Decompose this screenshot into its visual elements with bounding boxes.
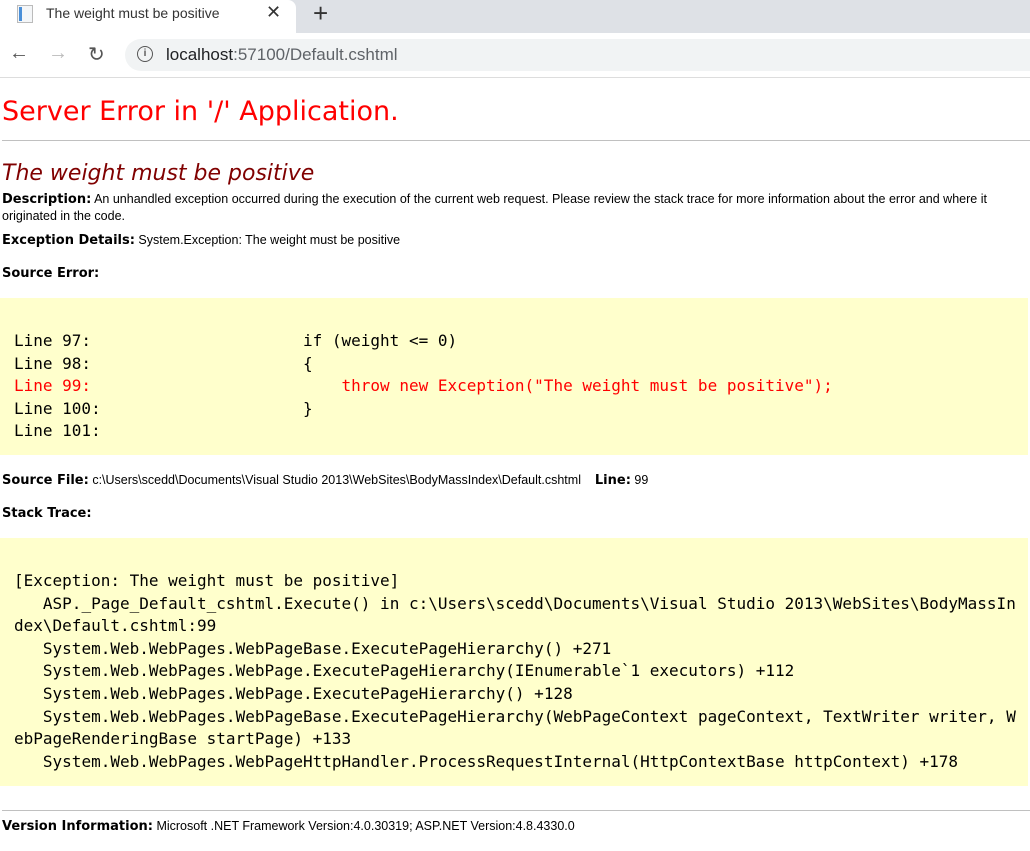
back-icon[interactable]: ← <box>9 42 29 65</box>
divider <box>2 140 1030 141</box>
close-icon[interactable]: ✕ <box>266 2 281 23</box>
browser-toolbar: ← → ↻ i localhost:57100/Default.cshtml <box>0 33 1030 78</box>
source-line: Line 98: { <box>14 353 313 373</box>
info-icon[interactable]: i <box>137 46 153 62</box>
stack-line: System.Web.WebPages.WebPage.ExecutePageH… <box>14 661 795 681</box>
address-bar[interactable]: i localhost:57100/Default.cshtml <box>125 39 1030 71</box>
forward-icon[interactable]: → <box>48 42 68 65</box>
url-text[interactable]: localhost:57100/Default.cshtml <box>166 45 398 65</box>
version-information: Version Information: Microsoft .NET Fram… <box>2 819 575 835</box>
tab-bar: The weight must be positive ✕ + <box>0 0 1030 33</box>
stack-line: [Exception: The weight must be positive] <box>14 570 400 590</box>
browser-tab[interactable]: The weight must be positive ✕ <box>0 0 296 33</box>
tab-title: The weight must be positive <box>46 5 220 21</box>
divider <box>2 810 1030 812</box>
error-page: Server Error in '/' Application. The wei… <box>0 96 1030 851</box>
stack-line: System.Web.WebPages.WebPageBase.ExecuteP… <box>14 638 612 658</box>
stack-line: System.Web.WebPages.WebPage.ExecutePageH… <box>14 683 573 703</box>
source-line: Line 100: } <box>14 398 313 418</box>
reload-icon[interactable]: ↻ <box>88 42 105 67</box>
exception-details: Exception Details: System.Exception: The… <box>2 233 401 248</box>
page-heading: Server Error in '/' Application. <box>2 96 399 127</box>
source-file: Source File: c:\Users\scedd\Documents\Vi… <box>2 472 649 488</box>
stack-line: ASP._Page_Default_cshtml.Execute() in c:… <box>14 593 1016 636</box>
stack-trace-block: [Exception: The weight must be positive]… <box>0 537 1028 787</box>
source-error-label: Source Error: <box>2 266 100 281</box>
error-title: The weight must be positive <box>2 161 315 186</box>
page-icon <box>17 5 33 23</box>
new-tab-button[interactable]: + <box>313 0 328 29</box>
source-code-block: Line 97: if (weight <= 0) Line 98: { Line … <box>0 298 1028 455</box>
stack-trace-label: Stack Trace: <box>2 505 92 521</box>
stack-line: System.Web.WebPages.WebPageHttpHandler.P… <box>14 751 959 771</box>
source-line: Line 97: if (weight <= 0) <box>14 331 458 350</box>
source-line: Line 99: throw new Exception("The weight… <box>14 376 833 396</box>
stack-line: System.Web.WebPages.WebPageBase.ExecuteP… <box>14 706 1016 749</box>
description: Description: An unhandled exception occu… <box>2 192 987 223</box>
source-line: Line 101: <box>14 421 101 441</box>
